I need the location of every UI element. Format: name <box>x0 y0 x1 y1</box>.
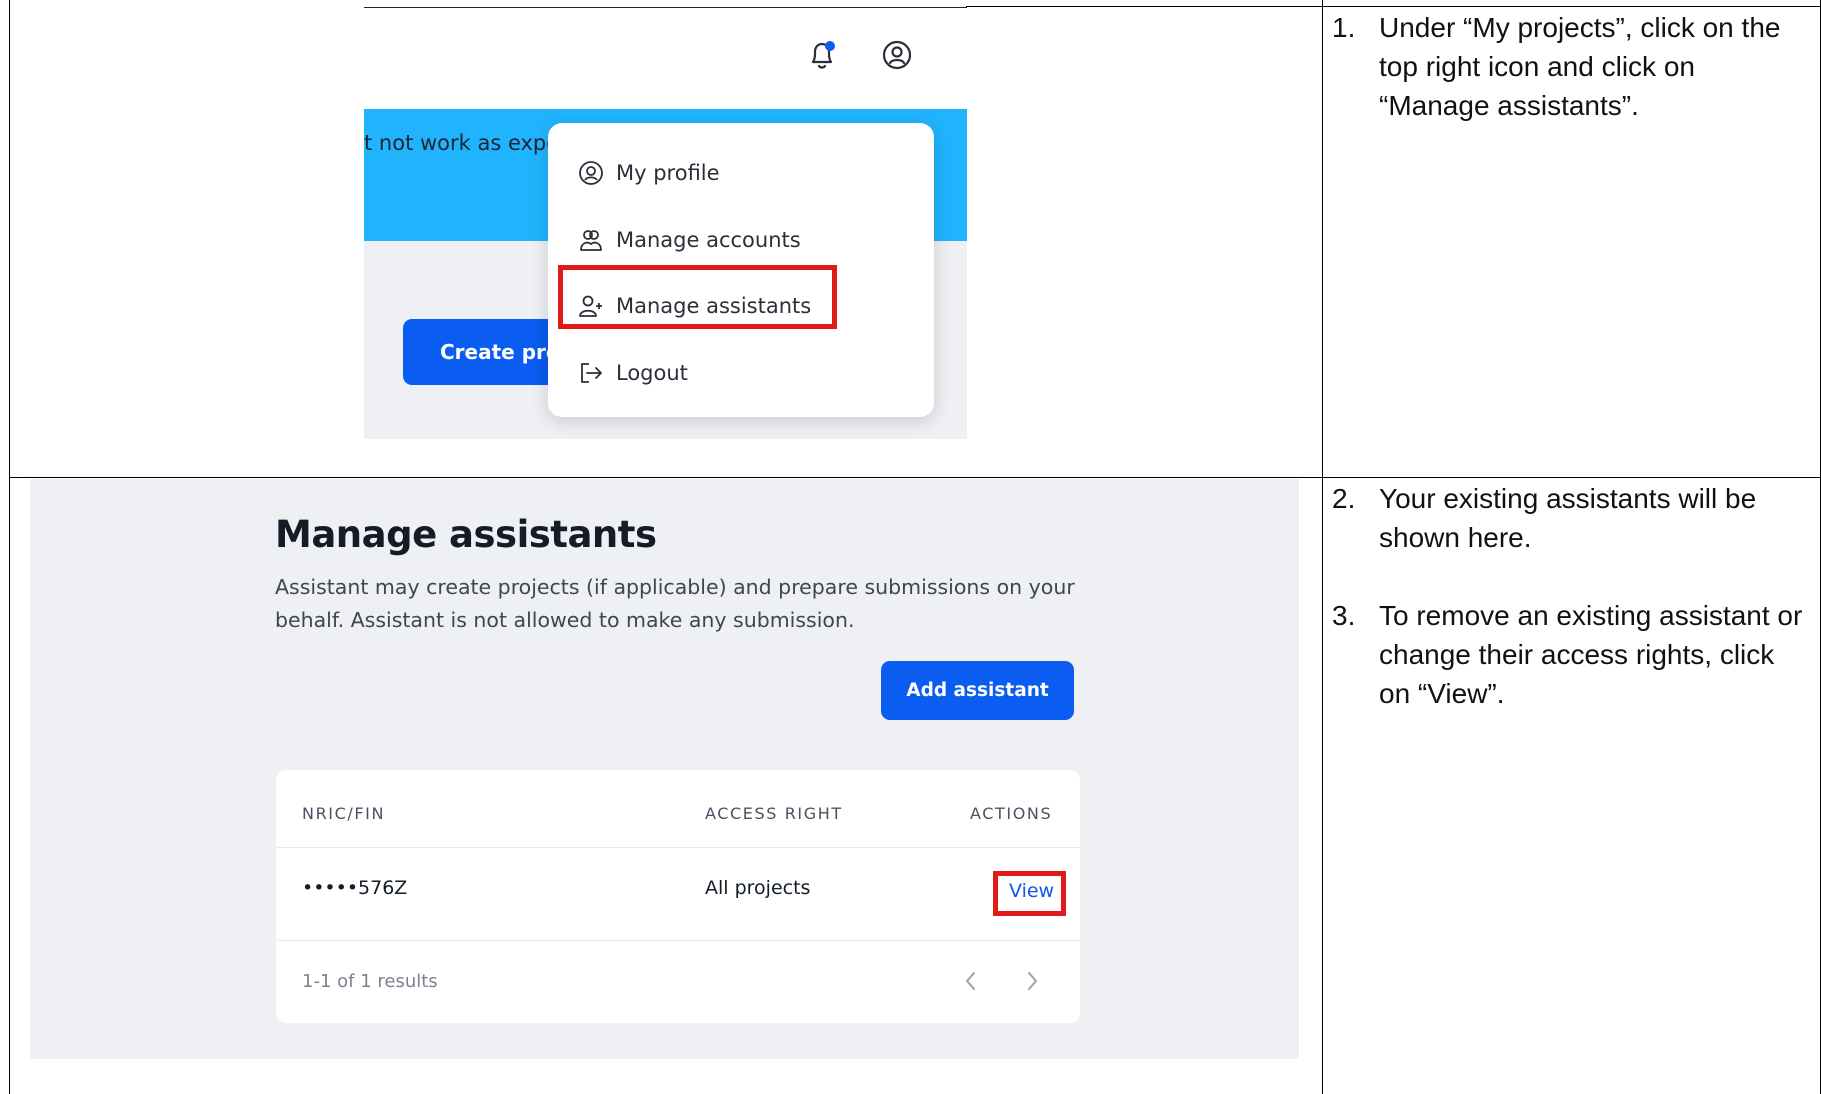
logout-icon <box>581 363 602 383</box>
step-number: 2. <box>1332 483 1356 514</box>
screenshot-profile-menu: t not work as expe Create proj My profil… <box>364 7 967 439</box>
step-number: 3. <box>1332 600 1356 631</box>
screenshot-top-edge <box>364 7 967 8</box>
step-text: To remove an existing assistant or chang… <box>1379 600 1803 709</box>
column-header-actions: ACTIONS <box>970 804 1053 823</box>
chevron-right-icon[interactable] <box>1021 968 1043 999</box>
banner-text: t not work as expe <box>364 131 560 155</box>
highlight-view <box>993 871 1066 916</box>
page-description: Assistant may create projects (if applic… <box>275 575 1075 632</box>
table-border-top <box>966 6 1821 7</box>
menu-item-label: Logout <box>616 361 688 385</box>
column-header-nric: NRIC/FIN <box>302 804 386 823</box>
table-border-divider <box>1322 0 1323 1094</box>
assistants-table: NRIC/FIN ACCESS RIGHT ACTIONS •••••576Z … <box>276 770 1080 1023</box>
users-icon <box>580 230 602 251</box>
bell-icon[interactable] <box>806 39 838 71</box>
user-circle-icon <box>579 161 603 185</box>
screenshot-manage-assistants: Manage assistants Assistant may create p… <box>30 479 1299 1059</box>
chevron-left-icon[interactable] <box>960 968 982 999</box>
menu-item-my-profile[interactable]: My profile <box>578 153 720 193</box>
column-header-access: ACCESS RIGHT <box>705 804 843 823</box>
page-title: Manage assistants <box>275 513 657 556</box>
cell-nric: •••••576Z <box>302 877 408 899</box>
row-divider <box>276 940 1080 941</box>
step-text: Under “My projects”, click on the top ri… <box>1379 12 1781 121</box>
table-border-row <box>9 477 1821 478</box>
step-text: Your existing assistants will be shown h… <box>1379 483 1757 553</box>
user-circle-icon[interactable] <box>881 39 913 71</box>
menu-item-manage-accounts[interactable]: Manage accounts <box>578 220 801 260</box>
menu-item-logout[interactable]: Logout <box>578 353 688 393</box>
highlight-manage-assistants <box>558 265 837 329</box>
table-border-left <box>9 0 10 1094</box>
results-count: 1-1 of 1 results <box>302 971 438 992</box>
menu-item-label: Manage accounts <box>616 228 801 252</box>
row-divider <box>276 847 1080 848</box>
cell-access-right: All projects <box>705 877 811 899</box>
add-assistant-button[interactable]: Add assistant <box>881 661 1074 720</box>
step-number: 1. <box>1332 12 1356 43</box>
menu-item-label: My profile <box>616 161 720 185</box>
